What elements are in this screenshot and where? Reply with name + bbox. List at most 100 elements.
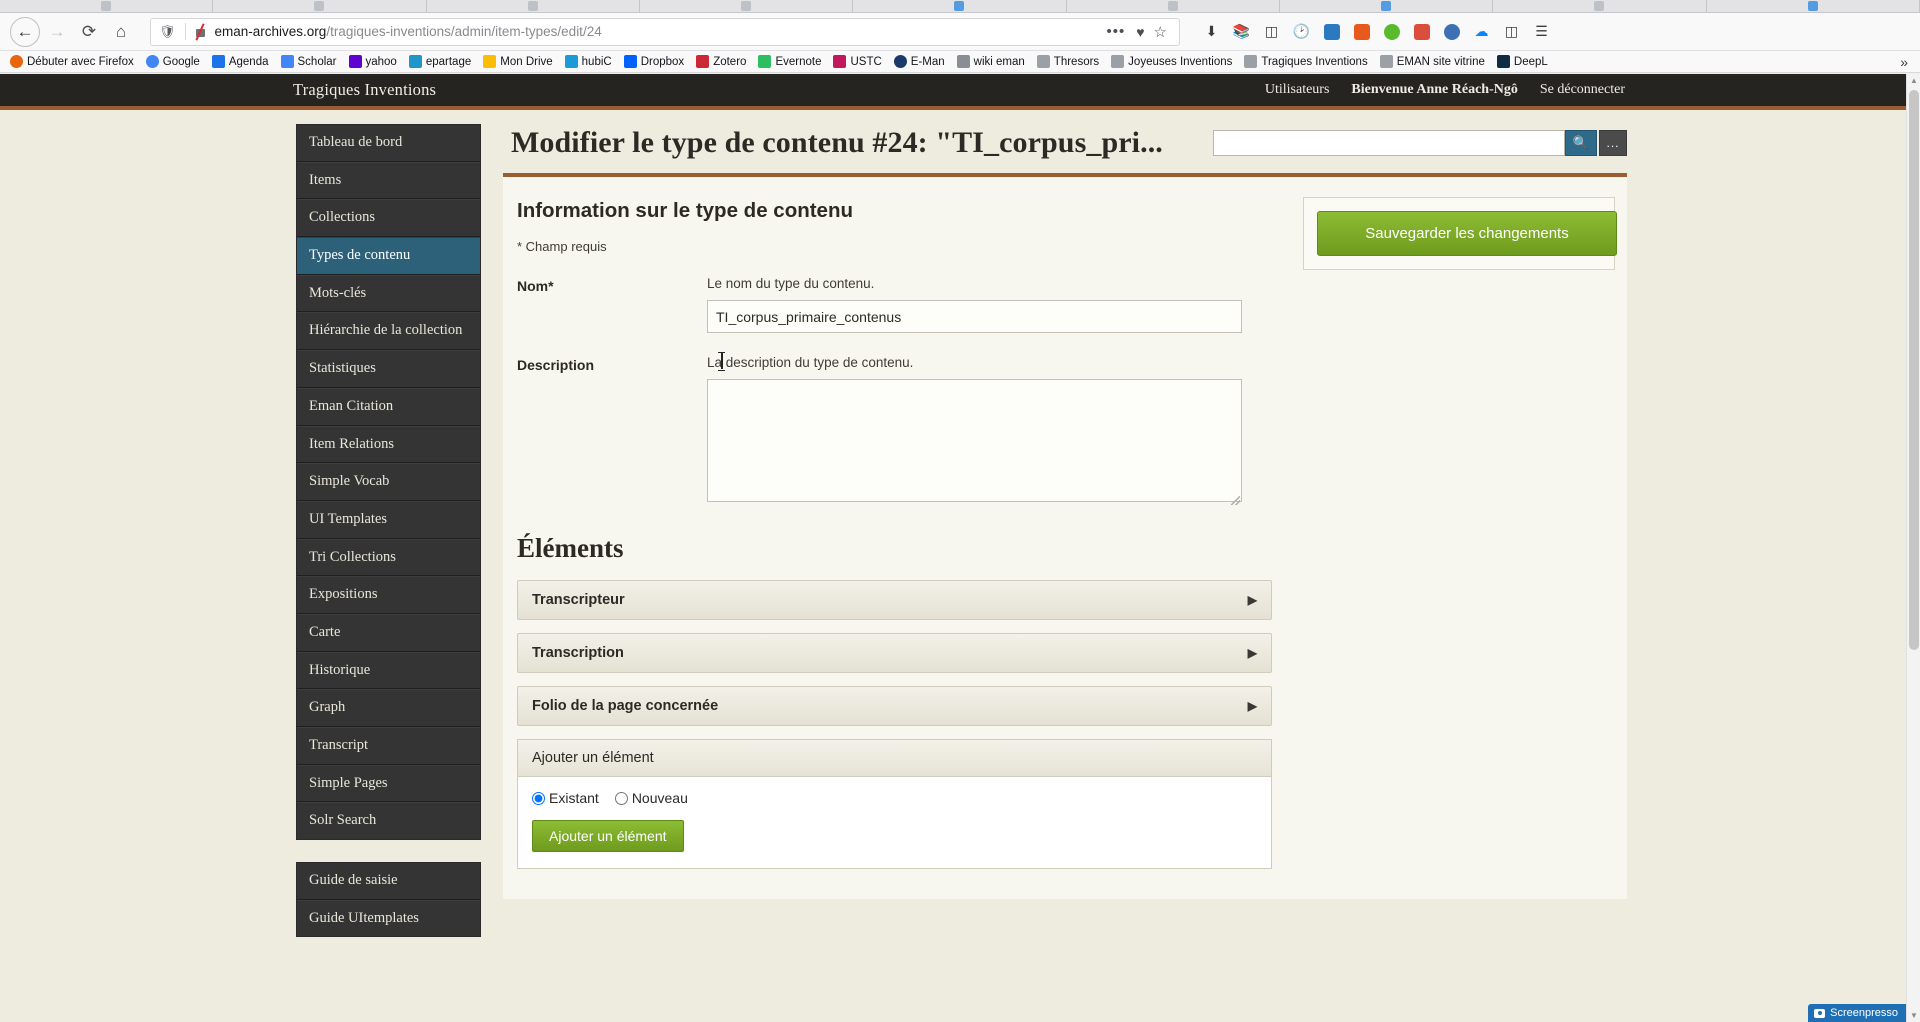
bookmark-item[interactable]: Evernote	[752, 55, 827, 68]
download-icon[interactable]: ⬇	[1198, 18, 1225, 45]
bookmarks-overflow-icon[interactable]: »	[1900, 54, 1916, 70]
sidebar-item-transcript[interactable]: Transcript	[297, 727, 480, 765]
radio-input-existant[interactable]	[532, 791, 545, 805]
logout-link[interactable]: Se déconnecter	[1540, 82, 1625, 98]
forward-icon[interactable]: →	[42, 17, 72, 47]
browser-tab[interactable]	[1493, 0, 1707, 12]
bookmark-item[interactable]: Agenda	[206, 55, 275, 68]
bookmark-item[interactable]: Dropbox	[618, 55, 690, 68]
bookmark-item[interactable]: Zotero	[690, 55, 752, 68]
sidebar-item-graph[interactable]: Graph	[297, 689, 480, 727]
shield-icon[interactable]: 🛡	[159, 24, 176, 40]
tab-strip[interactable]	[0, 0, 1920, 13]
radio-option-nouveau[interactable]: Nouveau	[614, 790, 688, 806]
sidebar-item-hi-rarchie-de-la-collection[interactable]: Hiérarchie de la collection	[297, 312, 480, 351]
browser-tab[interactable]	[426, 0, 640, 12]
scrollbar-thumb[interactable]	[1909, 90, 1919, 650]
address-bar[interactable]: 🛡 eman-archives.org/tragiques-inventions…	[150, 17, 1180, 46]
page-scrollbar[interactable]: ▲ ▼	[1906, 74, 1920, 1022]
sidebar-item-mots-cl-s[interactable]: Mots-clés	[297, 274, 480, 313]
element-accordion-row[interactable]: Transcripteur ▶	[517, 580, 1272, 620]
chevron-right-icon[interactable]: ▶	[1248, 593, 1257, 607]
translate-icon[interactable]	[1348, 18, 1375, 45]
insecure-lock-icon[interactable]	[194, 24, 207, 39]
sync-icon[interactable]: ☁	[1468, 18, 1495, 45]
advanced-search-button[interactable]: ...	[1599, 130, 1627, 156]
resize-grip-icon[interactable]	[1231, 496, 1240, 505]
bookmark-item[interactable]: epartage	[403, 55, 477, 68]
screenshot-icon[interactable]	[1318, 18, 1345, 45]
browser-tab-active[interactable]	[1279, 0, 1494, 12]
sidebar-item-simple-vocab[interactable]: Simple Vocab	[297, 463, 480, 501]
account-icon[interactable]	[1438, 18, 1465, 45]
bookmark-item[interactable]: Google	[140, 55, 206, 68]
browser-tab[interactable]	[0, 0, 214, 12]
scroll-down-icon[interactable]: ▼	[1910, 1011, 1918, 1020]
page-actions-icon[interactable]: •••	[1100, 23, 1131, 40]
bookmark-item[interactable]: DeepL	[1491, 55, 1554, 68]
sidebar-item-item-relations[interactable]: Item Relations	[297, 425, 480, 464]
clock-icon[interactable]: 🕑	[1288, 18, 1315, 45]
sidebar-item-label: Simple Vocab	[309, 473, 390, 490]
users-link[interactable]: Utilisateurs	[1265, 82, 1330, 98]
save-button[interactable]: Sauvegarder les changements	[1317, 211, 1617, 256]
home-icon[interactable]: ⌂	[106, 17, 136, 47]
reader-icon[interactable]: ◫	[1498, 18, 1525, 45]
browser-tab[interactable]	[1066, 0, 1280, 12]
field-label-name: Nom*	[517, 278, 554, 294]
bookmark-item[interactable]: E-Man	[888, 55, 951, 68]
bookmark-item[interactable]: Tragiques Inventions	[1238, 55, 1373, 68]
library-icon[interactable]: 📚	[1228, 18, 1255, 45]
sidebar-item-statistiques[interactable]: Statistiques	[297, 350, 480, 388]
sidebar-item-guide-de-saisie[interactable]: Guide de saisie	[297, 863, 480, 900]
bookmark-item[interactable]: EMAN site vitrine	[1374, 55, 1491, 68]
reload-icon[interactable]: ⟳	[74, 17, 104, 47]
sidebar-item-guide-uitemplates[interactable]: Guide UItemplates	[297, 899, 480, 937]
sidebar-item-historique[interactable]: Historique	[297, 651, 480, 690]
search-icon[interactable]: 🔍	[1565, 130, 1597, 156]
camera-icon[interactable]	[1408, 18, 1435, 45]
sidebar-item-ui-templates[interactable]: UI Templates	[297, 500, 480, 539]
bookmark-item[interactable]: wiki eman	[951, 55, 1031, 68]
bookmark-item[interactable]: USTC	[827, 55, 887, 68]
browser-tab[interactable]	[213, 0, 427, 12]
back-icon[interactable]: ←	[10, 16, 40, 47]
bookmark-item[interactable]: hubiC	[559, 55, 618, 68]
sidebar-item-expositions[interactable]: Expositions	[297, 576, 480, 614]
browser-tab[interactable]	[1706, 0, 1920, 12]
sidebar-icon[interactable]: ◫	[1258, 18, 1285, 45]
search-input[interactable]	[1213, 130, 1565, 156]
browser-tab[interactable]	[639, 0, 854, 12]
bookmark-item[interactable]: Mon Drive	[477, 55, 558, 68]
bookmark-item[interactable]: Débuter avec Firefox	[4, 55, 140, 68]
sidebar-item-solr-search[interactable]: Solr Search	[297, 802, 480, 839]
name-input[interactable]	[707, 300, 1242, 333]
description-textarea[interactable]	[707, 379, 1242, 502]
bookmark-item[interactable]: Joyeuses Inventions	[1105, 55, 1238, 68]
sidebar-item-eman-citation[interactable]: Eman Citation	[297, 387, 480, 426]
browser-tab[interactable]	[853, 0, 1067, 12]
plugin-icon[interactable]	[1378, 18, 1405, 45]
sidebar-item-simple-pages[interactable]: Simple Pages	[297, 764, 480, 803]
sidebar-item-collections[interactable]: Collections	[297, 199, 480, 238]
bookmark-item[interactable]: yahoo	[343, 55, 403, 68]
hamburger-menu-icon[interactable]: ☰	[1528, 18, 1555, 45]
sidebar-item-tri-collections[interactable]: Tri Collections	[297, 538, 480, 577]
bookmark-item[interactable]: Thresors	[1031, 55, 1105, 68]
sidebar-item-items[interactable]: Items	[297, 161, 480, 200]
element-accordion-row[interactable]: Folio de la page concernée ▶	[517, 686, 1272, 726]
add-element-button[interactable]: Ajouter un élément	[532, 820, 684, 852]
chevron-right-icon[interactable]: ▶	[1248, 646, 1257, 660]
site-title[interactable]: Tragiques Inventions	[293, 80, 436, 100]
chevron-right-icon[interactable]: ▶	[1248, 699, 1257, 713]
sidebar-item-types-de-contenu[interactable]: Types de contenu	[297, 237, 480, 275]
element-accordion-row[interactable]: Transcription ▶	[517, 633, 1272, 673]
bookmark-item[interactable]: Scholar	[275, 55, 343, 68]
pocket-icon[interactable]: ♥	[1131, 24, 1149, 40]
bookmark-star-icon[interactable]: ☆	[1150, 23, 1171, 41]
radio-input-nouveau[interactable]	[614, 791, 628, 805]
sidebar-item-carte[interactable]: Carte	[297, 613, 480, 652]
scroll-up-icon[interactable]: ▲	[1910, 76, 1918, 85]
sidebar-item-tableau-de-bord[interactable]: Tableau de bord	[297, 125, 480, 162]
radio-option-existant[interactable]: Existant	[532, 790, 599, 806]
